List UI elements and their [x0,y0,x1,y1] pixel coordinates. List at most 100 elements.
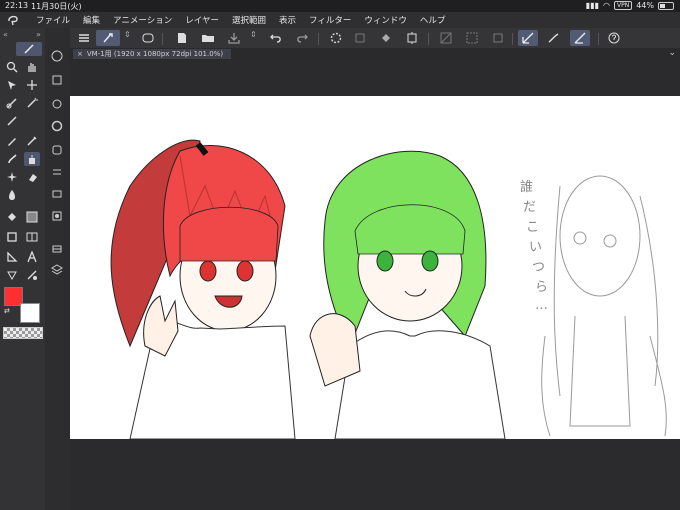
snap-ruler-icon[interactable] [518,30,538,46]
date: 11月30日(火) [31,2,82,11]
color-circle-icon[interactable] [49,118,65,134]
airbrush-tool-icon[interactable] [24,152,40,166]
sketch-caption: 誰 だ こ い つ ら … [520,179,548,313]
selection-tool-icon[interactable] [4,96,20,110]
hamburger-icon[interactable] [74,30,94,46]
sub-tool-close-icon[interactable] [49,48,65,64]
correct-line-tool-icon[interactable] [24,268,40,282]
caption-char-7: … [535,298,548,313]
pencil-tool-icon[interactable] [24,134,40,148]
menu-filter[interactable]: フィルター [309,14,351,26]
chevron-down-icon[interactable]: ⌄ [668,48,676,58]
vpn-badge: VPN [614,1,633,10]
loading-icon[interactable] [326,30,346,46]
fill-selection-icon[interactable] [376,30,396,46]
menu-help[interactable]: ヘルプ [420,14,446,26]
menu-animation[interactable]: アニメーション [113,14,172,26]
tab-close-icon[interactable]: × [77,50,83,58]
fill-tool-icon[interactable] [4,210,20,224]
material-icon[interactable] [49,208,65,224]
layers-stack-icon[interactable] [49,262,65,278]
decoration-tool-icon[interactable] [4,170,20,184]
caption-char-1: 誰 [520,179,533,195]
save-icon[interactable] [224,30,244,46]
menu-layer[interactable]: レイヤー [185,14,219,26]
layer-property-icon[interactable] [49,186,65,202]
caption-char-4: い [529,240,542,255]
toolbar-divider [512,33,513,45]
zoom-tool-icon[interactable] [4,60,20,74]
tab-label: VM-1用 (1920 x 1080px 72dpi 101.0%) [86,50,224,58]
document-tab[interactable]: × VM-1用 (1920 x 1080px 72dpi 101.0%) [73,49,232,59]
lasso-icon[interactable] [138,30,158,46]
menu-view[interactable]: 表示 [279,14,296,26]
operation-tool-icon[interactable] [4,78,20,92]
swap-colors-icon[interactable]: ⇄ [4,307,10,315]
stepper-icon[interactable]: ⇕ [250,30,257,39]
collapse-left-icon[interactable]: « [3,30,8,39]
sketch-figure [541,175,667,437]
move-tool-icon[interactable] [24,78,40,92]
open-folder-icon[interactable] [198,30,218,46]
deselect-icon[interactable] [488,30,508,46]
undo-icon[interactable] [266,30,286,46]
green-haired-girl [309,150,506,439]
navigator-icon[interactable] [49,96,65,112]
pen-tool-icon[interactable] [4,134,20,148]
tool-brush-size[interactable] [16,42,42,56]
help-icon[interactable] [604,30,624,46]
figure-tool-icon[interactable] [4,230,20,244]
battery-icon [658,1,674,10]
brush-tool-icon[interactable] [4,152,20,166]
toolbar-divider [598,33,599,45]
tool-property-icon[interactable] [49,164,65,180]
transparent-color-swatch[interactable] [3,327,43,339]
toolbar-divider [162,33,163,45]
menu-edit[interactable]: 編集 [83,14,100,26]
eyedropper-icon[interactable] [4,114,20,128]
clear-icon[interactable] [436,30,456,46]
gradient-tool-icon[interactable] [24,210,40,224]
color-set-icon[interactable] [49,142,65,158]
copy-icon[interactable] [350,30,370,46]
toolbar-divider [318,33,319,45]
magic-wand-icon[interactable] [24,96,40,110]
clock: 22:13 [5,1,29,10]
battery-fill [660,3,666,8]
ruler-tool-icon[interactable] [4,250,20,264]
brush-icon[interactable] [96,30,120,46]
drawing-canvas[interactable]: 誰 だ こ い つ ら … [70,96,680,439]
balloon-tool-icon[interactable] [4,268,20,282]
eraser-tool-icon[interactable] [24,170,40,184]
blend-tool-icon[interactable] [4,188,20,202]
caption-char-3: こ [526,220,539,235]
text-tool-icon[interactable] [24,250,40,264]
signal-icon: ▮▮▮ [585,1,600,10]
status-right: ▮▮▮ ◠ VPN 44% [586,1,674,10]
menu-file[interactable]: ファイル [36,14,70,26]
menu-list: ファイル 編集 アニメーション レイヤー 選択範囲 表示 フィルター ウィンドウ… [36,14,458,26]
stepper-icon[interactable]: ⇕ [124,30,131,39]
snap-special-ruler-icon[interactable] [544,30,564,46]
hand-tool-icon[interactable] [24,60,40,74]
collapse-right-icon[interactable]: » [36,30,41,39]
menu-window[interactable]: ウィンドウ [364,14,407,26]
history-icon[interactable] [49,240,65,256]
document-tab-bar: × VM-1用 (1920 x 1080px 72dpi 101.0%) ⌄ [70,48,680,60]
redo-icon[interactable] [292,30,312,46]
new-file-icon[interactable] [172,30,192,46]
caption-char-2: だ [523,200,536,215]
caption-char-5: つ [532,260,545,275]
menu-selection[interactable]: 選択範囲 [232,14,266,26]
frame-tool-icon[interactable] [24,230,40,244]
wifi-icon: ◠ [603,1,610,10]
caption-char-6: ら [535,280,548,295]
snap-grid-icon[interactable] [570,30,590,46]
battery-percent: 44% [636,1,654,10]
app-logo-icon[interactable] [6,13,20,27]
sub-color-swatch[interactable] [20,303,40,323]
select-all-icon[interactable] [462,30,482,46]
transform-icon[interactable] [402,30,422,46]
layer-panel-icon[interactable] [49,72,65,88]
artwork-illustration: 誰 だ こ い つ ら … [110,139,667,439]
